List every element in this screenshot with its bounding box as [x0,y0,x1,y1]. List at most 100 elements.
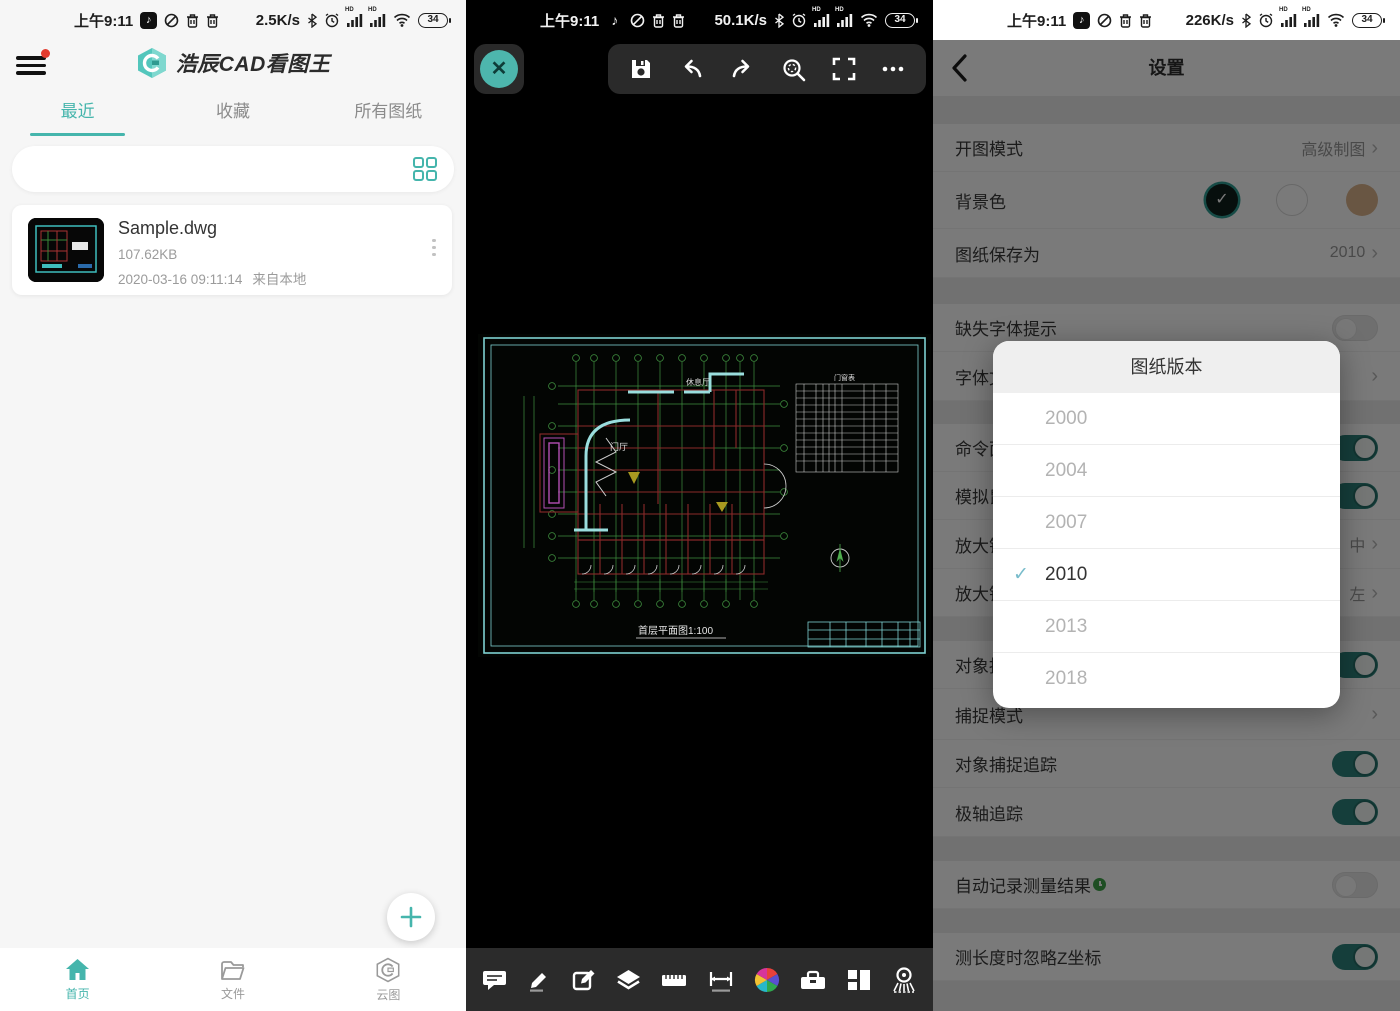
bluetooth-icon [307,13,317,28]
version-option-2007[interactable]: ✓2007 [993,497,1340,549]
version-option-2010-selected[interactable]: ✓2010 [993,549,1340,601]
dialog-title: 图纸版本 [993,341,1340,393]
app-title: 浩辰CAD看图王 [176,48,331,78]
wifi-icon [860,13,878,27]
screenshot-root: 上午9:11 ♪ 2.5K/s HD HD 34 [0,0,1400,1011]
bluetooth-icon [774,13,784,28]
dnd-icon [1097,13,1112,28]
network-speed: 50.1K/s [714,12,767,29]
viewpoint-tool-button[interactable] [890,966,918,993]
annotation-toolbar [466,948,933,1011]
add-drawing-button[interactable] [387,893,435,941]
network-speed: 2.5K/s [256,12,300,29]
pencil-tool-button[interactable] [526,967,552,993]
battery-icon: 34 [418,13,448,28]
comment-tool-button[interactable] [481,967,508,993]
home-icon [64,958,91,982]
undo-button[interactable] [677,56,705,82]
signal-icon: HD [347,13,363,28]
alarm-icon [1258,12,1274,28]
wifi-icon [1327,13,1345,27]
plus-icon [399,905,423,929]
trash-icon [206,13,219,28]
wifi-icon [393,13,411,27]
trash-icon [186,13,199,28]
tab-recent[interactable]: 最近 [0,94,155,136]
layers-tool-button[interactable] [615,967,642,993]
room-label-rest-hall: 休息厅 [686,377,710,387]
trash-icon [1119,13,1132,28]
file-date: 2020-03-16 09:11:14 [118,272,242,287]
dnd-icon [630,13,645,28]
measure-tool-button[interactable] [707,967,735,993]
search-input[interactable] [12,146,454,192]
file-thumbnail [28,218,104,282]
signal-icon: HD [370,13,386,28]
status-time: 上午9:11 [1007,10,1066,31]
close-icon: ✕ [480,50,518,88]
redo-button[interactable] [729,56,757,82]
toolbox-button[interactable] [799,967,827,993]
file-more-button[interactable] [432,235,436,260]
grid-view-icon[interactable] [412,156,438,182]
version-option-2018[interactable]: ✓2018 [993,653,1340,705]
drawing-viewer-panel: 上午9:11 ♪ 50.1K/s HD HD 34 ✕ [466,0,933,1011]
ruler-tool-button[interactable] [660,967,688,993]
app-logo: 浩辰CAD看图王 [0,46,466,80]
trash-icon [672,13,685,28]
room-label-lobby: 门厅 [610,441,628,452]
dnd-icon [164,13,179,28]
file-list-item[interactable]: Sample.dwg 107.62KB 2020-03-16 09:11:14来… [12,205,452,295]
battery-icon: 34 [1352,13,1382,28]
edit-tool-button[interactable] [571,967,597,993]
nav-home[interactable]: 首页 [0,948,155,1011]
home-screen-panel: 上午9:11 ♪ 2.5K/s HD HD 34 [0,0,466,1011]
alarm-icon [324,12,340,28]
status-time: 上午9:11 [74,10,133,31]
folder-icon [219,958,247,982]
layout-tool-button[interactable] [846,967,872,993]
nav-cloud[interactable]: 云图 [311,948,466,1011]
tab-favorites[interactable]: 收藏 [155,94,310,136]
drawing-caption: 首层平面图1:100 [638,624,713,637]
music-note-icon: ♪ [140,12,157,29]
drawing-version-dialog: 图纸版本 ✓2000 ✓2004 ✓2007 ✓2010 ✓2013 ✓2018 [993,341,1340,708]
signal-icon: HD [837,13,853,28]
music-note-icon: ♪ [1073,12,1090,29]
nav-files[interactable]: 文件 [155,948,310,1011]
trash-icon [1139,13,1152,28]
status-bar: 上午9:11 ♪ 2.5K/s HD HD 34 [0,0,466,40]
cad-drawing-canvas[interactable]: 休息厅 门厅 门窗表 首层平面图1:100 [478,334,931,657]
check-icon: ✓ [1013,563,1029,586]
trash-icon [652,13,665,28]
more-button[interactable] [880,56,906,82]
color-wheel-button[interactable] [753,966,781,994]
zoom-select-button[interactable] [780,56,807,83]
app-logo-icon [136,46,168,80]
version-option-2013[interactable]: ✓2013 [993,601,1340,653]
status-bar: 上午9:11 ♪ 50.1K/s HD HD 34 [466,0,933,40]
cloud-drawing-icon [375,957,401,983]
music-note-icon: ♪ [606,12,623,29]
file-size: 107.62KB [118,247,177,262]
signal-icon: HD [814,13,830,28]
home-tabs: 最近 收藏 所有图纸 [0,94,466,136]
fullscreen-button[interactable] [831,56,857,82]
save-button[interactable] [628,56,654,82]
file-meta: 2020-03-16 09:11:14 来自本地 [118,268,316,288]
file-source: 来自本地 [252,272,306,287]
status-bar: 上午9:11 ♪ 226K/s HD HD 34 [933,0,1400,40]
battery-icon: 34 [885,13,915,28]
table-title: 门窗表 [834,373,855,382]
signal-icon: HD [1304,13,1320,28]
version-option-2000[interactable]: ✓2000 [993,393,1340,445]
settings-panel: 上午9:11 ♪ 226K/s HD HD 34 设置 [933,0,1400,1011]
alarm-icon [791,12,807,28]
home-header: 浩辰CAD看图王 [0,40,466,94]
viewer-toolbar [608,44,926,94]
network-speed: 226K/s [1186,12,1234,29]
close-drawing-button[interactable]: ✕ [474,44,524,94]
tab-all-drawings[interactable]: 所有图纸 [311,94,466,136]
bluetooth-icon [1241,13,1251,28]
version-option-2004[interactable]: ✓2004 [993,445,1340,497]
